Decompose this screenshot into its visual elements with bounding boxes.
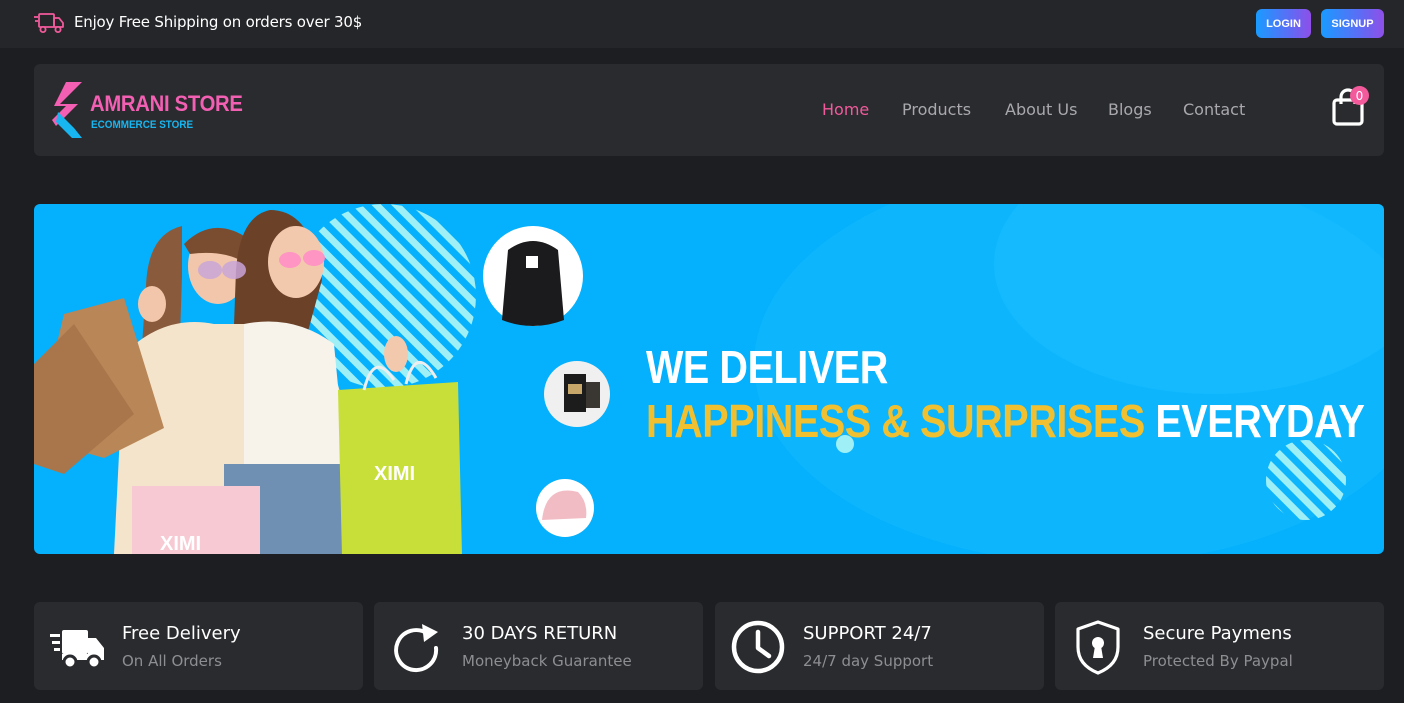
nav-home[interactable]: Home [822,100,869,119]
truck-icon [34,13,64,33]
cart-count-badge: 0 [1350,86,1369,105]
product-circle-cap [536,479,594,537]
feature-free-delivery: Free Delivery On All Orders [34,602,363,690]
logo-title[interactable]: AMRANI STORE [90,91,243,117]
login-button[interactable]: LOGIN [1256,9,1311,38]
clock-icon [731,620,785,674]
feature-title: SUPPORT 24/7 [803,623,932,644]
feature-30-days-return: 30 DAYS RETURN Moneyback Guarantee [374,602,703,690]
nav-contact[interactable]: Contact [1183,100,1245,119]
feature-subtitle: Moneyback Guarantee [462,652,632,670]
shipping-promo-text: Enjoy Free Shipping on orders over 30$ [74,13,363,31]
feature-subtitle: 24/7 day Support [803,652,934,670]
logo-subtitle: ECOMMERCE STORE [91,119,194,131]
delivery-truck-icon [50,630,104,670]
return-arrow-icon [394,624,439,673]
product-circle-perfume [544,361,610,427]
hero-headline: WE DELIVER [646,341,888,393]
top-bar: Enjoy Free Shipping on orders over 30$ L… [0,0,1404,48]
hero-rest-text: EVERYDAY [1155,395,1365,447]
feature-title: Free Delivery [122,623,241,644]
feature-support: SUPPORT 24/7 24/7 day Support [715,602,1044,690]
product-circle-backpack [483,226,583,326]
feature-title: 30 DAYS RETURN [462,623,618,644]
nav-blogs[interactable]: Blogs [1108,100,1152,119]
hero-banner[interactable]: XIMI XIMI WE DELIVER HAPPINESS & SURPRIS [34,204,1384,554]
pink-bag-brand: XIMI [160,533,201,554]
main-header: AMRANI STORE ECOMMERCE STORE Home Produc… [34,64,1384,156]
signup-button[interactable]: SIGNUP [1321,9,1384,38]
hero-accent-text: HAPPINESS & SURPRISES [646,395,1145,447]
logo-mark-icon[interactable] [52,82,88,138]
feature-subtitle: Protected By Paypal [1143,652,1293,670]
nav-products[interactable]: Products [902,100,971,119]
hero-subheadline: HAPPINESS & SURPRISES EVERYDAY [646,394,1365,448]
shield-lock-icon [1076,620,1120,675]
feature-subtitle: On All Orders [122,652,222,670]
feature-secure-payments: Secure Paymens Protected By Paypal [1055,602,1384,690]
nav-about-us[interactable]: About Us [1005,100,1077,119]
feature-title: Secure Paymens [1143,623,1292,644]
green-bag-brand: XIMI [374,463,415,485]
